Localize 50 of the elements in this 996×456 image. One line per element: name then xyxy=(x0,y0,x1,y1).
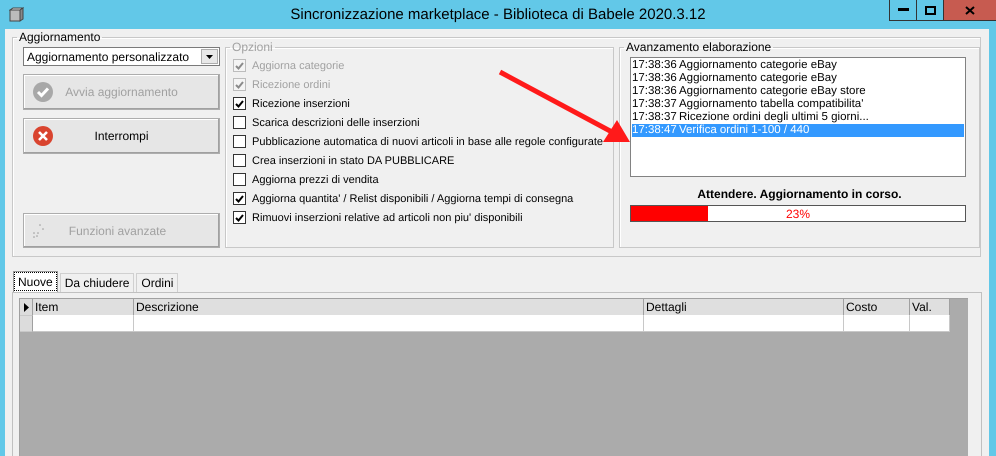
option-label: Pubblicazione automatica di nuovi articoli in base alle regole configurate xyxy=(252,136,603,148)
window-title: Sincronizzazione marketplace - Biblioteca di Babele 2020.3.12 xyxy=(290,6,706,23)
option-label: Ricezione ordini xyxy=(252,78,330,90)
status-message: Attendere. Aggiornamento in corso. xyxy=(696,187,903,201)
tab[interactable]: Da chiudere xyxy=(60,273,134,292)
checkbox[interactable] xyxy=(233,135,246,148)
column-header[interactable]: Descrizione xyxy=(134,299,644,316)
option-label: Ricezione inserzioni xyxy=(252,98,350,110)
row-pointer-icon xyxy=(24,302,28,312)
table-cell xyxy=(844,316,910,332)
option-label: Aggiorna quantita' / Relist disponibili / Aggiorna tempi di consegna xyxy=(252,192,574,204)
log-entry[interactable]: 17:38:36 Aggiornamento categorie eBay store xyxy=(632,85,964,98)
column-header[interactable]: Dettagli xyxy=(644,299,844,316)
tab[interactable]: Nuove xyxy=(13,271,58,292)
tab[interactable]: Ordini xyxy=(136,273,178,292)
group-title: Avanzamento elaborazione xyxy=(625,40,772,54)
table-cell xyxy=(910,316,950,332)
action-button[interactable]: Interrompi xyxy=(23,118,220,154)
log-entry[interactable]: 17:38:37 Ricezione ordini degli ultimi 5 giorni... xyxy=(632,111,964,124)
option-label: Aggiorna prezzi di vendita xyxy=(252,174,379,186)
option-label: Rimuovi inserzioni relative ad articoli non piu' disponibili xyxy=(252,212,523,224)
close-icon xyxy=(965,6,975,14)
checkbox[interactable] xyxy=(233,173,246,186)
dots-icon xyxy=(32,222,46,238)
column-header[interactable]: Costo xyxy=(844,299,910,316)
checkbox[interactable] xyxy=(233,97,246,110)
option-label: Scarica descrizioni delle inserzioni xyxy=(252,116,420,128)
checkbox[interactable] xyxy=(233,154,246,167)
checkbox[interactable] xyxy=(233,211,246,224)
app-icon xyxy=(9,7,24,22)
column-header[interactable]: Item xyxy=(33,299,134,316)
checkbox[interactable] xyxy=(233,116,246,129)
mode-dropdown[interactable]: Aggiornamento personalizzato xyxy=(23,47,220,66)
option-label: Aggiorna categorie xyxy=(252,60,344,72)
dropdown-caret-icon xyxy=(206,54,213,58)
row-header-cell[interactable] xyxy=(20,316,33,332)
checkbox[interactable] xyxy=(233,192,246,205)
maximize-icon xyxy=(924,6,936,14)
column-header[interactable]: Val. xyxy=(910,299,950,316)
checkmark-icon xyxy=(32,81,54,103)
group-title: Opzioni xyxy=(231,40,274,54)
option-label: Crea inserzioni in stato DA PUBBLICARE xyxy=(252,154,454,166)
log-entry[interactable]: 17:38:36 Aggiornamento categorie eBay xyxy=(632,59,964,72)
log-entry[interactable]: 17:38:36 Aggiornamento categorie eBay xyxy=(632,72,964,85)
log-entry[interactable]: 17:38:37 Aggiornamento tabella compatibilita' xyxy=(632,98,964,111)
close-button[interactable] xyxy=(944,0,996,20)
group-title: Aggiornamento xyxy=(18,30,102,44)
progress-reading: 23% xyxy=(786,207,810,221)
minimize-icon xyxy=(898,8,908,12)
close-icon xyxy=(32,125,54,147)
